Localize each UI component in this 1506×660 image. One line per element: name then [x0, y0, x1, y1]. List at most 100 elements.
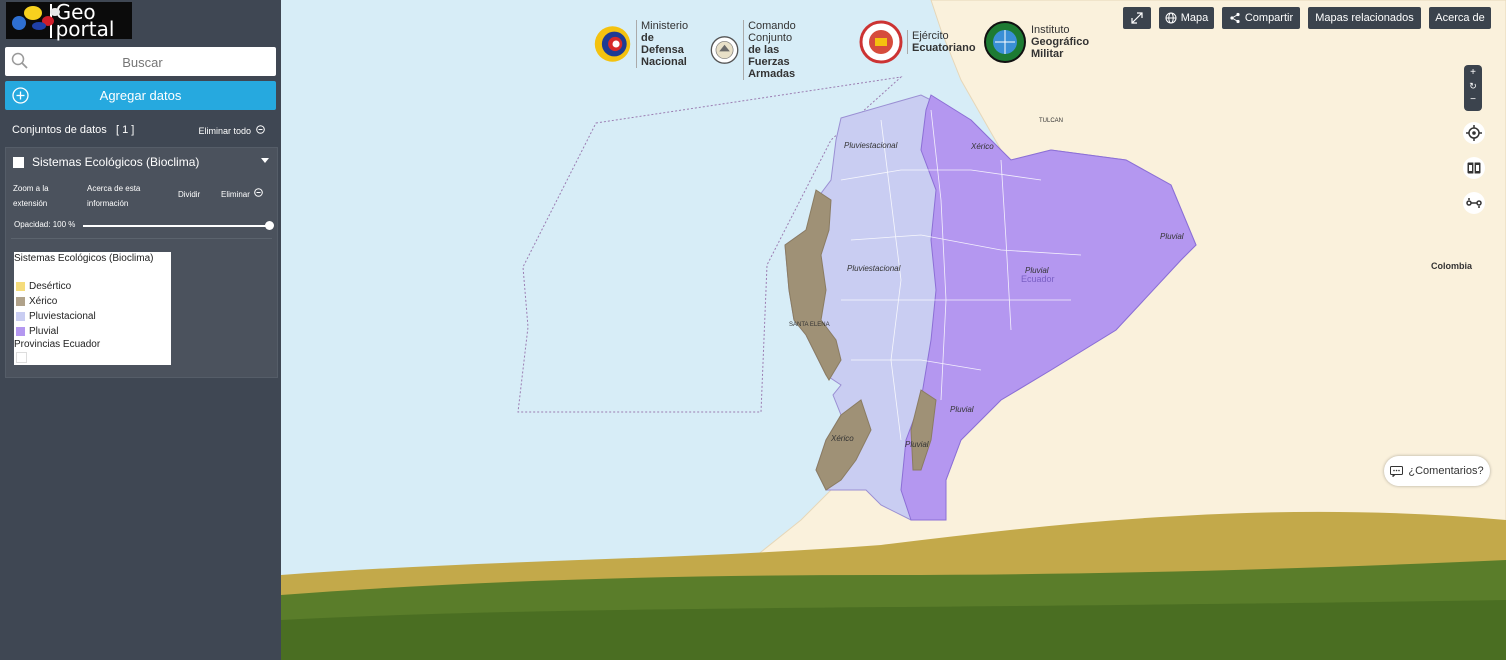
zoom-label-line1: Zoom a la	[13, 184, 49, 193]
map-label: SANTA ELENA	[789, 322, 830, 328]
sidebar: Geo portal Agregar datos Conjuntos de da…	[0, 0, 281, 660]
layer-title: Sistemas Ecológicos (Bioclima)	[32, 155, 200, 169]
legend-title: Sistemas Ecológicos (Bioclima)	[14, 253, 154, 264]
split-button[interactable]: Dividir	[178, 187, 200, 202]
zoom-out-button[interactable]: −	[1464, 94, 1482, 105]
legend-item: Desértico	[16, 281, 71, 292]
share-button[interactable]: Compartir	[1222, 7, 1300, 29]
remove-circle-icon	[254, 187, 263, 202]
share-button-label: Compartir	[1244, 12, 1294, 24]
related-maps-button[interactable]: Mapas relacionados	[1308, 7, 1421, 29]
mindef-emblem-icon	[594, 26, 631, 62]
map-svg	[281, 0, 1506, 660]
compare-button[interactable]	[1463, 157, 1485, 179]
search-icon	[11, 52, 29, 75]
legend-item: Pluvial	[16, 326, 58, 337]
map-button[interactable]: Mapa	[1159, 7, 1214, 29]
comments-label: ¿Comentarios?	[1408, 465, 1484, 477]
ccffaa-text-2: de las Fuerzas	[748, 44, 790, 68]
igm-emblem-icon	[984, 21, 1026, 63]
map-label: Pluvial	[1160, 232, 1184, 241]
legend-label: Desértico	[29, 281, 72, 292]
igm-text-2: Geográfico	[1031, 36, 1090, 48]
map-label-colombia: Colombia	[1431, 261, 1473, 271]
layer-header[interactable]: Sistemas Ecológicos (Bioclima)	[13, 155, 199, 169]
fullscreen-button[interactable]	[1123, 7, 1151, 29]
ccffaa-emblem-icon	[710, 36, 739, 64]
ccffaa-text-1: Comando Conjunto	[748, 20, 796, 44]
zoom-controls: + ↻ −	[1464, 65, 1482, 111]
logo-dots-icon	[6, 2, 60, 39]
search-input[interactable]	[5, 47, 280, 78]
legend-label: Pluvial	[29, 326, 59, 337]
add-data-label: Agregar datos	[99, 88, 182, 103]
legend-swatch	[16, 282, 25, 291]
map-label: Ecuador	[1021, 274, 1055, 284]
ejercito-text-2: Ecuatoriano	[912, 42, 976, 54]
clear-all-label: Eliminar todo	[198, 125, 251, 136]
about-label-line1: Acerca de esta	[87, 184, 141, 193]
mindef-logo: Ministerio de Defensa Nacional	[593, 20, 693, 68]
map-label: Pluvial	[950, 405, 974, 414]
mindef-text-2: de Defensa	[641, 32, 684, 56]
igm-text-3: Militar	[1031, 48, 1064, 60]
refresh-icon[interactable]: ↻	[1464, 81, 1482, 92]
map-label: Pluvial	[905, 440, 929, 449]
opacity-slider-handle[interactable]	[265, 221, 274, 230]
about-button[interactable]: Acerca de	[1429, 7, 1491, 29]
ejercito-emblem-icon	[859, 20, 903, 64]
clear-all-button[interactable]: Eliminar todo	[198, 125, 265, 136]
map-label: Pluviestacional	[844, 141, 898, 150]
share-icon	[1230, 12, 1240, 24]
mindef-text-3: Nacional	[641, 56, 687, 68]
measure-button[interactable]	[1463, 192, 1485, 214]
plus-circle-icon	[12, 87, 29, 107]
legend-sublayer: Provincias Ecuador	[14, 339, 101, 350]
map-label: Xérico	[831, 434, 854, 443]
logo-text: Geo portal	[49, 2, 132, 39]
globe-icon	[1165, 12, 1177, 24]
legend-item: Pluviestacional	[16, 311, 96, 322]
expand-icon	[1131, 12, 1143, 24]
legend-swatch	[16, 327, 25, 336]
remove-layer-label: Eliminar	[221, 190, 250, 199]
zoom-in-button[interactable]: +	[1464, 67, 1482, 78]
ejercito-text-1: Ejército	[912, 30, 949, 42]
chevron-down-icon[interactable]	[261, 158, 269, 163]
add-data-button[interactable]: Agregar datos	[5, 81, 276, 110]
about-label-line2: información	[87, 199, 129, 208]
opacity-slider[interactable]	[83, 221, 274, 230]
legend-item: Xérico	[16, 296, 57, 307]
legend-swatch	[16, 297, 25, 306]
ccffaa-text-3: Armadas	[748, 68, 796, 80]
remove-layer-button[interactable]: Eliminar	[221, 187, 263, 202]
opacity-label: Opacidad: 100 %	[14, 220, 76, 229]
legend-label: Pluviestacional	[29, 311, 96, 322]
map-canvas[interactable]: Pluviestacional Pluviestacional Xérico X…	[281, 0, 1506, 660]
about-button-label: Acerca de	[1435, 12, 1485, 24]
ccffaa-logo: Comando Conjunto de las Fuerzas Armadas	[710, 20, 811, 80]
locate-button[interactable]	[1463, 122, 1485, 144]
datasets-label: Conjuntos de datos	[12, 124, 107, 136]
ejercito-logo: Ejército Ecuatoriano	[859, 20, 976, 64]
zoom-to-extent-button[interactable]: Zoom a la extensión	[13, 181, 49, 211]
zoom-label-line2: extensión	[13, 199, 48, 208]
map-label: TULCAN	[1039, 118, 1064, 124]
layer-legend: Sistemas Ecológicos (Bioclima) Desértico…	[14, 252, 171, 365]
search-box[interactable]	[5, 47, 280, 78]
map-label: Pluviestacional	[847, 264, 901, 273]
related-maps-label: Mapas relacionados	[1315, 12, 1414, 24]
comments-button[interactable]: ¿Comentarios?	[1384, 456, 1490, 486]
legend-swatch-empty	[16, 352, 27, 363]
split-view-icon	[1467, 162, 1481, 174]
chat-icon	[1390, 465, 1404, 477]
map-label: Xérico	[971, 142, 994, 151]
divider	[11, 238, 272, 239]
layer-visibility-checkbox[interactable]	[13, 156, 24, 168]
crosshair-icon	[1466, 125, 1482, 141]
igm-text-1: Instituto	[1031, 24, 1070, 36]
mindef-text-1: Ministerio	[641, 20, 689, 32]
geoportal-logo[interactable]: Geo portal	[6, 2, 132, 39]
legend-swatch	[16, 312, 25, 321]
about-info-button[interactable]: Acerca de esta información	[87, 181, 140, 211]
